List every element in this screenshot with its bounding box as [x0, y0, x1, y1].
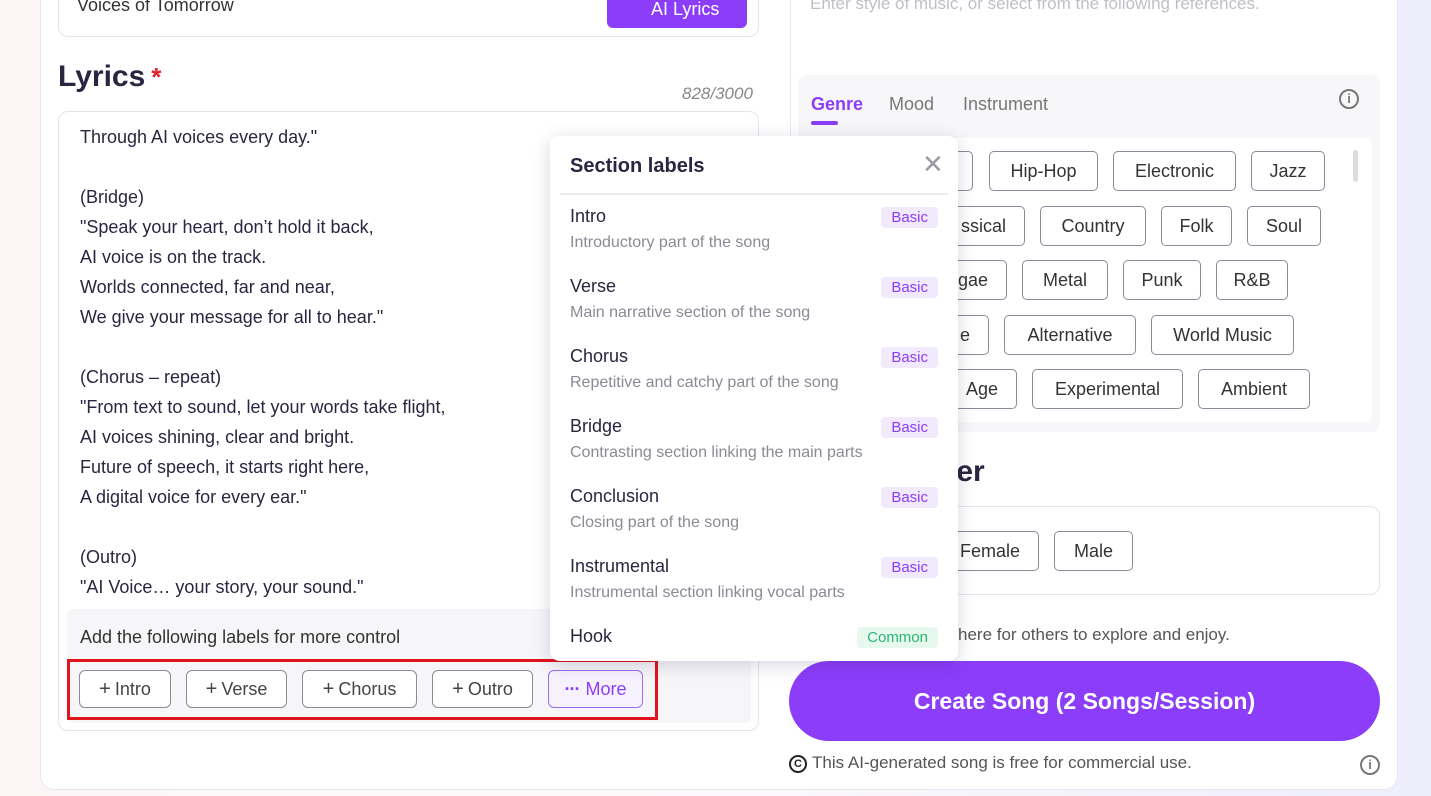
add-intro-label: Intro — [114, 678, 151, 699]
popup-item-intro[interactable]: Intro Introductory part of the song Basi… — [570, 206, 938, 266]
lyrics-heading-text: Lyrics — [58, 60, 146, 93]
tab-genre[interactable]: Genre — [811, 94, 863, 115]
add-outro-label: Outro — [467, 678, 513, 699]
genre-chip-soul[interactable]: Soul — [1247, 206, 1321, 246]
badge-basic: Basic — [881, 347, 938, 368]
plus-icon: + — [99, 677, 111, 700]
add-chorus-label: Chorus — [338, 678, 397, 699]
create-song-label: Create Song (2 Songs/Session) — [913, 687, 1256, 714]
tab-instrument[interactable]: Instrument — [963, 94, 1048, 115]
badge-basic: Basic — [881, 487, 938, 508]
genre-scrollbar[interactable] — [1353, 150, 1358, 182]
close-icon[interactable]: ✕ — [922, 149, 944, 180]
item-desc: Contrasting section linking the main par… — [570, 444, 863, 461]
tab-mood[interactable]: Mood — [889, 94, 934, 115]
info-icon-commercial[interactable]: i — [1360, 755, 1380, 775]
item-desc: Closing part of the song — [570, 514, 739, 531]
item-name: Instrumental — [570, 556, 670, 576]
popup-item-instrumental[interactable]: Instrumental Instrumental section linkin… — [570, 556, 938, 616]
plus-icon: + — [205, 677, 218, 700]
popup-item-bridge[interactable]: Bridge Contrasting section linking the m… — [570, 416, 938, 476]
song-title-field[interactable]: Voices of Tomorrow AI Lyrics — [58, 0, 759, 37]
badge-basic: Basic — [881, 557, 938, 578]
add-intro-button[interactable]: + Intro — [79, 670, 171, 708]
more-labels-button[interactable]: ··· More — [548, 670, 643, 708]
item-desc: Main narrative section of the song — [570, 304, 811, 321]
add-verse-button[interactable]: + Verse — [186, 670, 287, 708]
popup-item-hook[interactable]: Hook Common — [570, 626, 938, 661]
plus-icon: + — [452, 677, 464, 700]
badge-basic: Basic — [881, 417, 938, 438]
song-title-value: Voices of Tomorrow — [77, 0, 234, 15]
item-desc: Instrumental section linking vocal parts — [570, 584, 845, 601]
item-desc: Introductory part of the song — [570, 234, 771, 251]
genre-chip-experimental[interactable]: Experimental — [1032, 369, 1183, 409]
genre-chip-metal[interactable]: Metal — [1022, 260, 1108, 300]
popup-item-chorus[interactable]: Chorus Repetitive and catchy part of the… — [570, 346, 938, 406]
add-outro-button[interactable]: + Outro — [432, 670, 533, 708]
genre-chip-folk[interactable]: Folk — [1161, 206, 1232, 246]
badge-common: Common — [857, 627, 938, 648]
popup-item-verse[interactable]: Verse Main narrative section of the song… — [570, 276, 938, 336]
lyrics-heading: Lyrics * — [58, 60, 161, 94]
active-tab-indicator — [811, 121, 838, 125]
style-placeholder: Enter style of music, or select from the… — [810, 0, 1260, 13]
ai-lyrics-label: AI Lyrics — [651, 0, 720, 19]
char-count: 828/3000 — [682, 84, 753, 103]
ai-lyrics-button[interactable]: AI Lyrics — [607, 0, 747, 28]
gender-male-button[interactable]: Male — [1054, 531, 1133, 571]
info-icon[interactable]: i — [1339, 89, 1359, 109]
genre-chip-electronic[interactable]: Electronic — [1113, 151, 1236, 191]
badge-basic: Basic — [881, 207, 938, 228]
section-labels-popup: Section labels ✕ Intro Introductory part… — [550, 136, 958, 661]
genre-chip-country[interactable]: Country — [1040, 206, 1146, 246]
genre-chip-alternative[interactable]: Alternative — [1004, 315, 1136, 355]
share-note: here for others to explore and enjoy. — [958, 625, 1230, 644]
genre-chip-punk[interactable]: Punk — [1123, 260, 1201, 300]
item-name: Verse — [570, 276, 617, 296]
required-mark: * — [151, 62, 162, 92]
item-name: Conclusion — [570, 486, 660, 506]
copyright-icon: C — [789, 755, 807, 773]
more-labels-label: More — [585, 678, 627, 699]
add-verse-label: Verse — [221, 678, 268, 699]
genre-chip-rnb[interactable]: R&B — [1216, 260, 1288, 300]
popup-divider — [560, 193, 948, 195]
item-desc: Repetitive and catchy part of the song — [570, 374, 839, 391]
badge-basic: Basic — [881, 277, 938, 298]
lyrics-text[interactable]: Through AI voices every day." (Bridge) "… — [80, 122, 446, 602]
create-song-button[interactable]: Create Song (2 Songs/Session) — [789, 661, 1380, 741]
genre-chip-hip-hop[interactable]: Hip-Hop — [989, 151, 1098, 191]
genre-chip-jazz[interactable]: Jazz — [1251, 151, 1325, 191]
popup-item-conclusion[interactable]: Conclusion Closing part of the song Basi… — [570, 486, 938, 546]
item-name: Intro — [570, 206, 607, 226]
add-chorus-button[interactable]: + Chorus — [302, 670, 417, 708]
item-name: Bridge — [570, 416, 623, 436]
more-icon: ··· — [564, 678, 581, 699]
plus-icon: + — [322, 677, 335, 700]
item-name: Hook — [570, 626, 613, 646]
labels-hint: Add the following labels for more contro… — [80, 627, 401, 647]
popup-title: Section labels — [570, 155, 705, 177]
genre-chip-ambient[interactable]: Ambient — [1198, 369, 1310, 409]
commercial-note: This AI-generated song is free for comme… — [812, 753, 1192, 772]
genre-chip-world-music[interactable]: World Music — [1151, 315, 1294, 355]
item-name: Chorus — [570, 346, 629, 366]
